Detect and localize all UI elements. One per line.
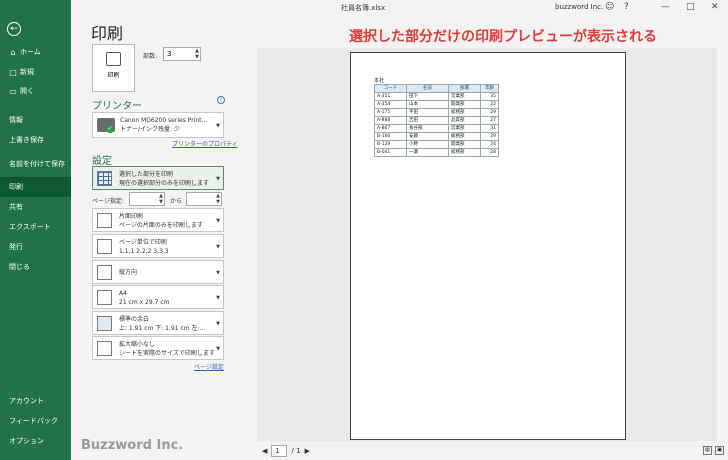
sidebar-item-save[interactable]: 上書き保存 xyxy=(0,130,71,150)
table-row: A-175 平田 総務部 29 xyxy=(374,108,499,117)
chevron-down-icon: ▼ xyxy=(216,321,220,327)
table-row: A-888 吉田 品質部 27 xyxy=(374,116,499,125)
settings-heading: 設定 xyxy=(92,156,112,167)
margins-icon xyxy=(97,316,112,331)
spinner-icon[interactable]: ▲ ▼ xyxy=(216,193,220,205)
single-page-icon xyxy=(97,213,112,228)
chevron-down-icon: ▼ xyxy=(216,346,220,352)
sidebar-item-info[interactable]: 情報 xyxy=(0,110,71,130)
table-row: B-129 小野 開発部 24 xyxy=(374,140,499,149)
printer-heading: プリンター xyxy=(92,101,142,112)
sides-select[interactable]: 片面印刷 ページの片面のみを印刷します ▼ xyxy=(92,208,224,232)
ready-check-icon: ✓ xyxy=(106,125,114,133)
page-to-input[interactable]: ▲ ▼ xyxy=(186,192,222,206)
next-page-icon[interactable]: ▶ xyxy=(304,447,309,455)
orientation-select[interactable]: 縦方向 ▼ xyxy=(92,260,224,284)
spinner-icon[interactable]: ▲ ▼ xyxy=(159,193,163,205)
sidebar-item-share[interactable]: 共有 xyxy=(0,197,71,217)
sidebar-item-publish[interactable]: 発行 xyxy=(0,237,71,257)
sidebar-item-feedback[interactable]: フィードバック xyxy=(0,411,71,431)
page-setup-link[interactable]: ページ設定 xyxy=(194,362,224,371)
paper-size-icon xyxy=(97,290,112,305)
chevron-down-icon: ▼ xyxy=(216,123,220,129)
scaling-icon xyxy=(97,341,112,356)
previous-page-icon[interactable]: ◀ xyxy=(262,447,267,455)
printer-icon xyxy=(106,52,121,66)
print-button[interactable]: 印刷 xyxy=(92,44,135,92)
sidebar-item-save-as[interactable]: 名前を付けて保存 xyxy=(0,152,66,176)
chevron-down-icon: ▼ xyxy=(216,218,220,224)
home-icon: ⌂ xyxy=(10,47,16,57)
preview-table: コード 名前 部署 年齢 A-351 田下 営業部 35 A-354 山本 開発部 22 A… xyxy=(374,84,499,157)
paper-size-select[interactable]: A4 21 cm x 29.7 cm ▼ xyxy=(92,285,224,309)
chevron-down-icon: ▼ xyxy=(216,270,220,276)
folder-icon: ▭ xyxy=(9,86,17,96)
title-bar: 社員名簿.xlsx buzzword Inc. ☺ ? — □ ✕ xyxy=(71,0,728,16)
help-icon[interactable]: ? xyxy=(624,2,629,12)
printer-properties-link[interactable]: プリンターのプロパティ xyxy=(172,139,238,148)
portrait-icon xyxy=(97,265,112,280)
page-from-input[interactable]: ▲ ▼ xyxy=(129,192,165,206)
collate-pages-icon xyxy=(97,239,112,254)
zoom-to-page-icon[interactable]: ▣ xyxy=(715,446,724,455)
print-what-select[interactable]: 選択した部分を印刷 現在の選択部分のみを印刷します ▼ xyxy=(92,166,224,190)
close-icon[interactable]: ✕ xyxy=(711,2,719,12)
window-title: 社員名簿.xlsx xyxy=(341,4,386,12)
backstage-sidebar: ← ⌂ ホーム □ 新規 ▭ 開く 情報 上書き保存 名前を付けて保存 印刷 共有 エ… xyxy=(0,0,71,460)
scaling-select[interactable]: 拡大縮小なし シートを実際のサイズで印刷します ▼ xyxy=(92,336,224,360)
printer-select[interactable]: ✓ Canon MG6200 series Print... トナー/インク残量… xyxy=(92,112,224,138)
sidebar-item-options[interactable]: オプション xyxy=(0,431,71,451)
spinner-icon[interactable]: ▲ ▼ xyxy=(195,48,199,60)
page-navigator: ◀ 1 / 1 ▶ xyxy=(262,445,310,457)
table-row: B-041 一瀬 総務部 28 xyxy=(374,148,499,157)
table-row: B-166 安藤 総務部 29 xyxy=(374,132,499,141)
sidebar-item-export[interactable]: エクスポート xyxy=(0,217,71,237)
page-range-to-label: から xyxy=(170,198,183,205)
sidebar-item-account[interactable]: アカウント xyxy=(0,391,71,411)
table-row: A-354 山本 開発部 22 xyxy=(374,100,499,109)
restore-icon[interactable]: □ xyxy=(686,2,695,12)
copies-label: 部数: xyxy=(143,53,158,60)
table-row: A-351 田下 営業部 35 xyxy=(374,92,499,101)
info-icon[interactable]: i xyxy=(217,96,225,104)
sidebar-item-close[interactable]: 閉じる xyxy=(0,257,71,277)
annotation-callout: 選択した部分だけの印刷プレビューが表示される xyxy=(349,29,657,45)
show-margins-icon[interactable]: ▥ xyxy=(703,446,712,455)
table-row: A-867 長谷部 営業部 31 xyxy=(374,124,499,133)
back-arrow-icon[interactable]: ← xyxy=(7,22,21,36)
chevron-down-icon: ▼ xyxy=(216,176,220,182)
chevron-down-icon: ▼ xyxy=(216,295,220,301)
collation-select[interactable]: ページ単位で印刷 1,1,1 2,2,2 3,3,3 ▼ xyxy=(92,234,224,258)
table-header-row: コード 名前 部署 年齢 xyxy=(374,84,499,93)
sidebar-item-home[interactable]: ⌂ ホーム xyxy=(0,42,71,62)
smiley-icon[interactable]: ☺ xyxy=(605,2,614,12)
current-page-input[interactable]: 1 xyxy=(271,445,288,457)
account-name[interactable]: buzzword Inc. xyxy=(555,3,603,11)
sidebar-item-new[interactable]: □ 新規 xyxy=(0,62,71,82)
minimize-icon[interactable]: — xyxy=(661,2,670,12)
view-controls: ▥ ▣ xyxy=(703,446,724,455)
sidebar-item-open[interactable]: ▭ 開く xyxy=(0,81,71,101)
total-pages: / 1 xyxy=(291,447,301,455)
sidebar-item-print[interactable]: 印刷 xyxy=(0,177,71,197)
copies-input[interactable]: 3 ▲ ▼ xyxy=(163,47,201,61)
margins-select[interactable]: 標準の余白 上: 1.91 cm 下: 1.91 cm 左:... ▼ xyxy=(92,311,224,335)
page-range-label: ページ指定: xyxy=(92,198,124,205)
chevron-down-icon: ▼ xyxy=(216,244,220,250)
page-title: 印刷 xyxy=(91,24,124,43)
watermark: Buzzword Inc. xyxy=(81,438,184,453)
new-document-icon: □ xyxy=(9,67,17,77)
preview-sheet-label: 本社 xyxy=(374,78,385,84)
selection-grid-icon xyxy=(97,171,112,186)
